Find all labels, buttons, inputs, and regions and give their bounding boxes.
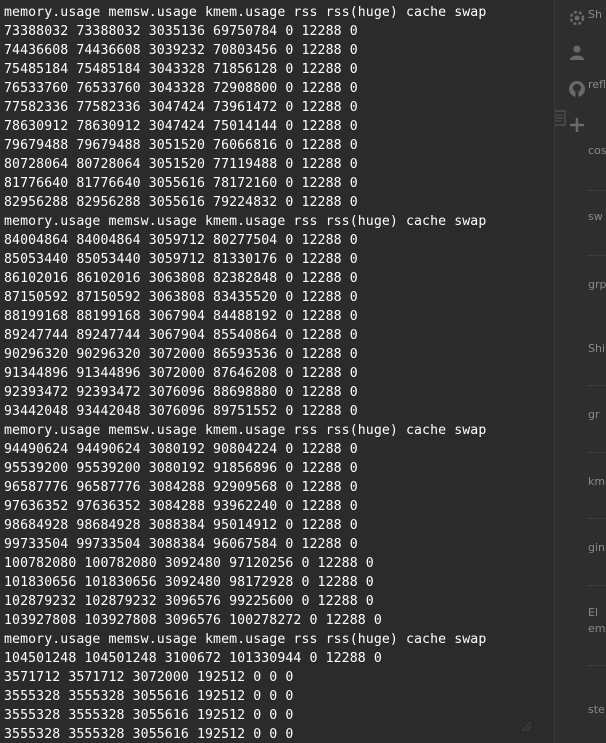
output-line: 79679488 79679488 3051520 76066816 0 122… [4, 138, 358, 153]
plus-icon[interactable] [567, 115, 587, 135]
output-line: memory.usage memsw.usage kmem.usage rss … [4, 5, 487, 20]
output-line: 74436608 74436608 3039232 70803456 0 122… [4, 43, 358, 58]
gear-icon[interactable] [567, 8, 587, 28]
side-panel: Sh refl cos sw grp Shi gr km gin El emi … [554, 0, 606, 743]
output-line: 86102016 86102016 3063808 82382848 0 122… [4, 271, 358, 286]
divider [587, 385, 606, 386]
output-line: 3555328 3555328 3055616 192512 0 0 0 [4, 708, 294, 723]
side-text-fragment: Shi [588, 342, 606, 355]
output-line: 82956288 82956288 3055616 79224832 0 122… [4, 195, 358, 210]
terminal-output: memory.usage memsw.usage kmem.usage rss … [0, 0, 554, 743]
output-line: 103927808 103927808 3096576 100278272 0 … [4, 613, 382, 628]
output-line: memory.usage memsw.usage kmem.usage rss … [4, 214, 487, 229]
divider [587, 665, 606, 666]
output-line: 90296320 90296320 3072000 86593536 0 122… [4, 347, 358, 362]
output-line: 99733504 99733504 3088384 96067584 0 122… [4, 537, 358, 552]
side-text-fragment: grp [588, 278, 606, 291]
side-text-fragment: cos [588, 144, 606, 157]
divider [587, 518, 606, 519]
output-line: 84004864 84004864 3059712 80277504 0 122… [4, 233, 358, 248]
output-line: memory.usage memsw.usage kmem.usage rss … [4, 632, 487, 647]
side-text-fragment: emi [588, 622, 606, 635]
resize-grip-icon[interactable] [520, 720, 532, 732]
output-line: 3555328 3555328 3055616 192512 0 0 0 [4, 689, 294, 704]
side-text-fragment: km [588, 475, 606, 488]
output-line: 89247744 89247744 3067904 85540864 0 122… [4, 328, 358, 343]
output-line: 81776640 81776640 3055616 78172160 0 122… [4, 176, 358, 191]
output-line: 97636352 97636352 3084288 93962240 0 122… [4, 499, 358, 514]
output-line: 101830656 101830656 3092480 98172928 0 1… [4, 575, 374, 590]
output-line: 100782080 100782080 3092480 97120256 0 1… [4, 556, 374, 571]
output-line: 75485184 75485184 3043328 71856128 0 122… [4, 62, 358, 77]
side-text-fragment: Sh [588, 8, 602, 21]
output-line: 94490624 94490624 3080192 90804224 0 122… [4, 442, 358, 457]
output-line: 92393472 92393472 3076096 88698880 0 122… [4, 385, 358, 400]
output-line: 93442048 93442048 3076096 89751552 0 122… [4, 404, 358, 419]
divider [587, 585, 606, 586]
side-text-fragment: gin [588, 541, 606, 554]
side-text-fragment: El [588, 606, 599, 619]
output-line: 95539200 95539200 3080192 91856896 0 122… [4, 461, 358, 476]
output-line: 87150592 87150592 3063808 83435520 0 122… [4, 290, 358, 305]
user-icon[interactable] [567, 42, 587, 62]
output-line: 78630912 78630912 3047424 75014144 0 122… [4, 119, 358, 134]
side-text-fragment: gr [588, 408, 600, 421]
divider [587, 190, 606, 191]
output-line: memory.usage memsw.usage kmem.usage rss … [4, 423, 487, 438]
output-line: 96587776 96587776 3084288 92909568 0 122… [4, 480, 358, 495]
output-line: 76533760 76533760 3043328 72908800 0 122… [4, 81, 358, 96]
divider [587, 255, 606, 256]
output-line: 85053440 85053440 3059712 81330176 0 122… [4, 252, 358, 267]
side-text-fragment: ste [588, 703, 605, 716]
output-line: 3571712 3571712 3072000 192512 0 0 0 [4, 670, 294, 685]
output-line: 80728064 80728064 3051520 77119488 0 122… [4, 157, 358, 172]
output-line: 102879232 102879232 3096576 99225600 0 1… [4, 594, 374, 609]
output-line: 73388032 73388032 3035136 69750784 0 122… [4, 24, 358, 39]
output-line: 98684928 98684928 3088384 95014912 0 122… [4, 518, 358, 533]
document-icon [555, 110, 566, 126]
github-icon[interactable] [567, 79, 587, 99]
output-line: 3555328 3555328 3055616 192512 0 0 0 [4, 727, 294, 742]
output-line: 104501248 104501248 3100672 101330944 0 … [4, 651, 382, 666]
output-line: 88199168 88199168 3067904 84488192 0 122… [4, 309, 358, 324]
side-text-fragment: sw [588, 210, 603, 223]
side-text-fragment: refl [588, 78, 606, 91]
output-line: 77582336 77582336 3047424 73961472 0 122… [4, 100, 358, 115]
divider [587, 452, 606, 453]
output-line: 91344896 91344896 3072000 87646208 0 122… [4, 366, 358, 381]
